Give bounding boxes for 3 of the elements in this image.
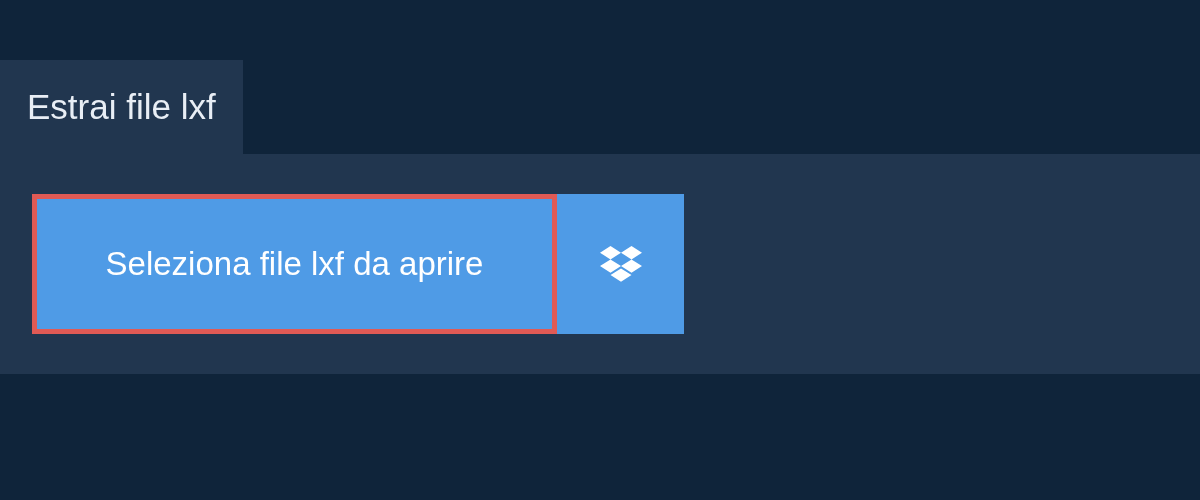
dropbox-button[interactable] — [557, 194, 684, 334]
tab[interactable]: Estrai file lxf — [0, 60, 243, 154]
dropbox-icon — [599, 246, 642, 282]
